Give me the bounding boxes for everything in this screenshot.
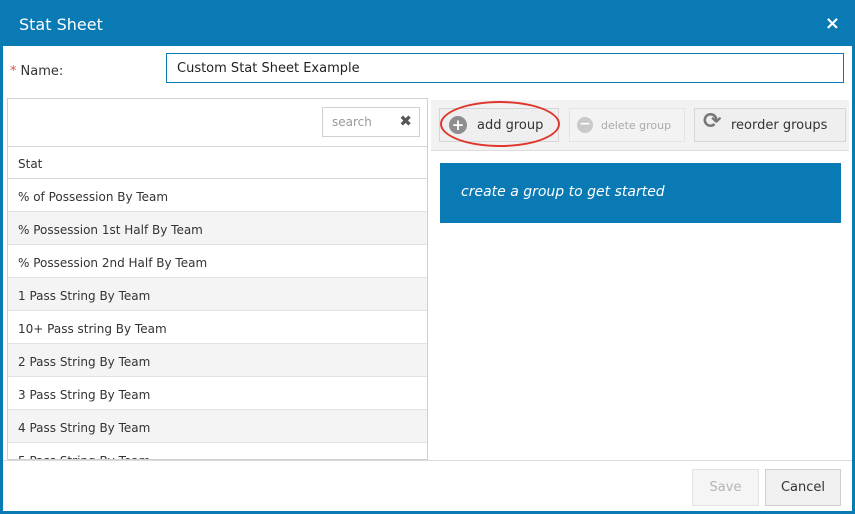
stat-row[interactable]: % of Possession By Team xyxy=(8,179,427,212)
empty-groups-hint: create a group to get started xyxy=(440,163,841,223)
name-label-text: Name: xyxy=(20,64,64,79)
name-label: * Name: xyxy=(10,64,63,79)
minus-circle-icon: − xyxy=(577,117,593,133)
search-input[interactable] xyxy=(323,108,393,136)
group-toolbar: + add group − delete group ⟳ reorder gro… xyxy=(431,100,849,151)
plus-circle-icon: + xyxy=(449,116,467,134)
stat-row[interactable]: 4 Pass String By Team xyxy=(8,410,427,443)
name-input[interactable] xyxy=(166,53,844,83)
stat-row[interactable]: % Possession 2nd Half By Team xyxy=(8,245,427,278)
stat-row[interactable]: 1 Pass String By Team xyxy=(8,278,427,311)
stat-list: % of Possession By Team % Possession 1st… xyxy=(8,179,427,459)
stat-list-panel: ✖ Stat % of Possession By Team % Possess… xyxy=(7,98,428,460)
search-box: ✖ xyxy=(322,107,420,137)
delete-group-button[interactable]: − delete group xyxy=(569,108,685,142)
stat-row[interactable]: % Possession 1st Half By Team xyxy=(8,212,427,245)
dialog-footer: Save Cancel xyxy=(3,460,852,514)
save-button[interactable]: Save xyxy=(692,469,759,506)
stat-row[interactable]: 5 Pass String By Team xyxy=(8,443,427,459)
refresh-icon: ⟳ xyxy=(703,109,722,134)
stat-sheet-dialog: Stat Sheet × *Name: ✖ Stat % of Possessi… xyxy=(0,0,855,514)
stat-row[interactable]: 3 Pass String By Team xyxy=(8,377,427,410)
name-row: * Name: xyxy=(3,46,852,98)
stat-column-header[interactable]: Stat xyxy=(8,146,427,179)
stat-row[interactable]: 10+ Pass string By Team xyxy=(8,311,427,344)
dialog-titlebar: Stat Sheet × xyxy=(3,3,852,46)
add-group-label: add group xyxy=(477,118,544,133)
close-icon[interactable]: × xyxy=(825,13,840,35)
reorder-groups-label: reorder groups xyxy=(731,118,828,133)
clear-search-icon[interactable]: ✖ xyxy=(399,112,412,130)
stat-row[interactable]: 2 Pass String By Team xyxy=(8,344,427,377)
cancel-button[interactable]: Cancel xyxy=(765,469,841,506)
delete-group-label: delete group xyxy=(601,119,672,132)
add-group-button[interactable]: + add group xyxy=(439,108,559,142)
dialog-title: Stat Sheet xyxy=(19,15,103,34)
required-marker: * xyxy=(10,64,17,79)
reorder-groups-button[interactable]: ⟳ reorder groups xyxy=(694,108,846,142)
